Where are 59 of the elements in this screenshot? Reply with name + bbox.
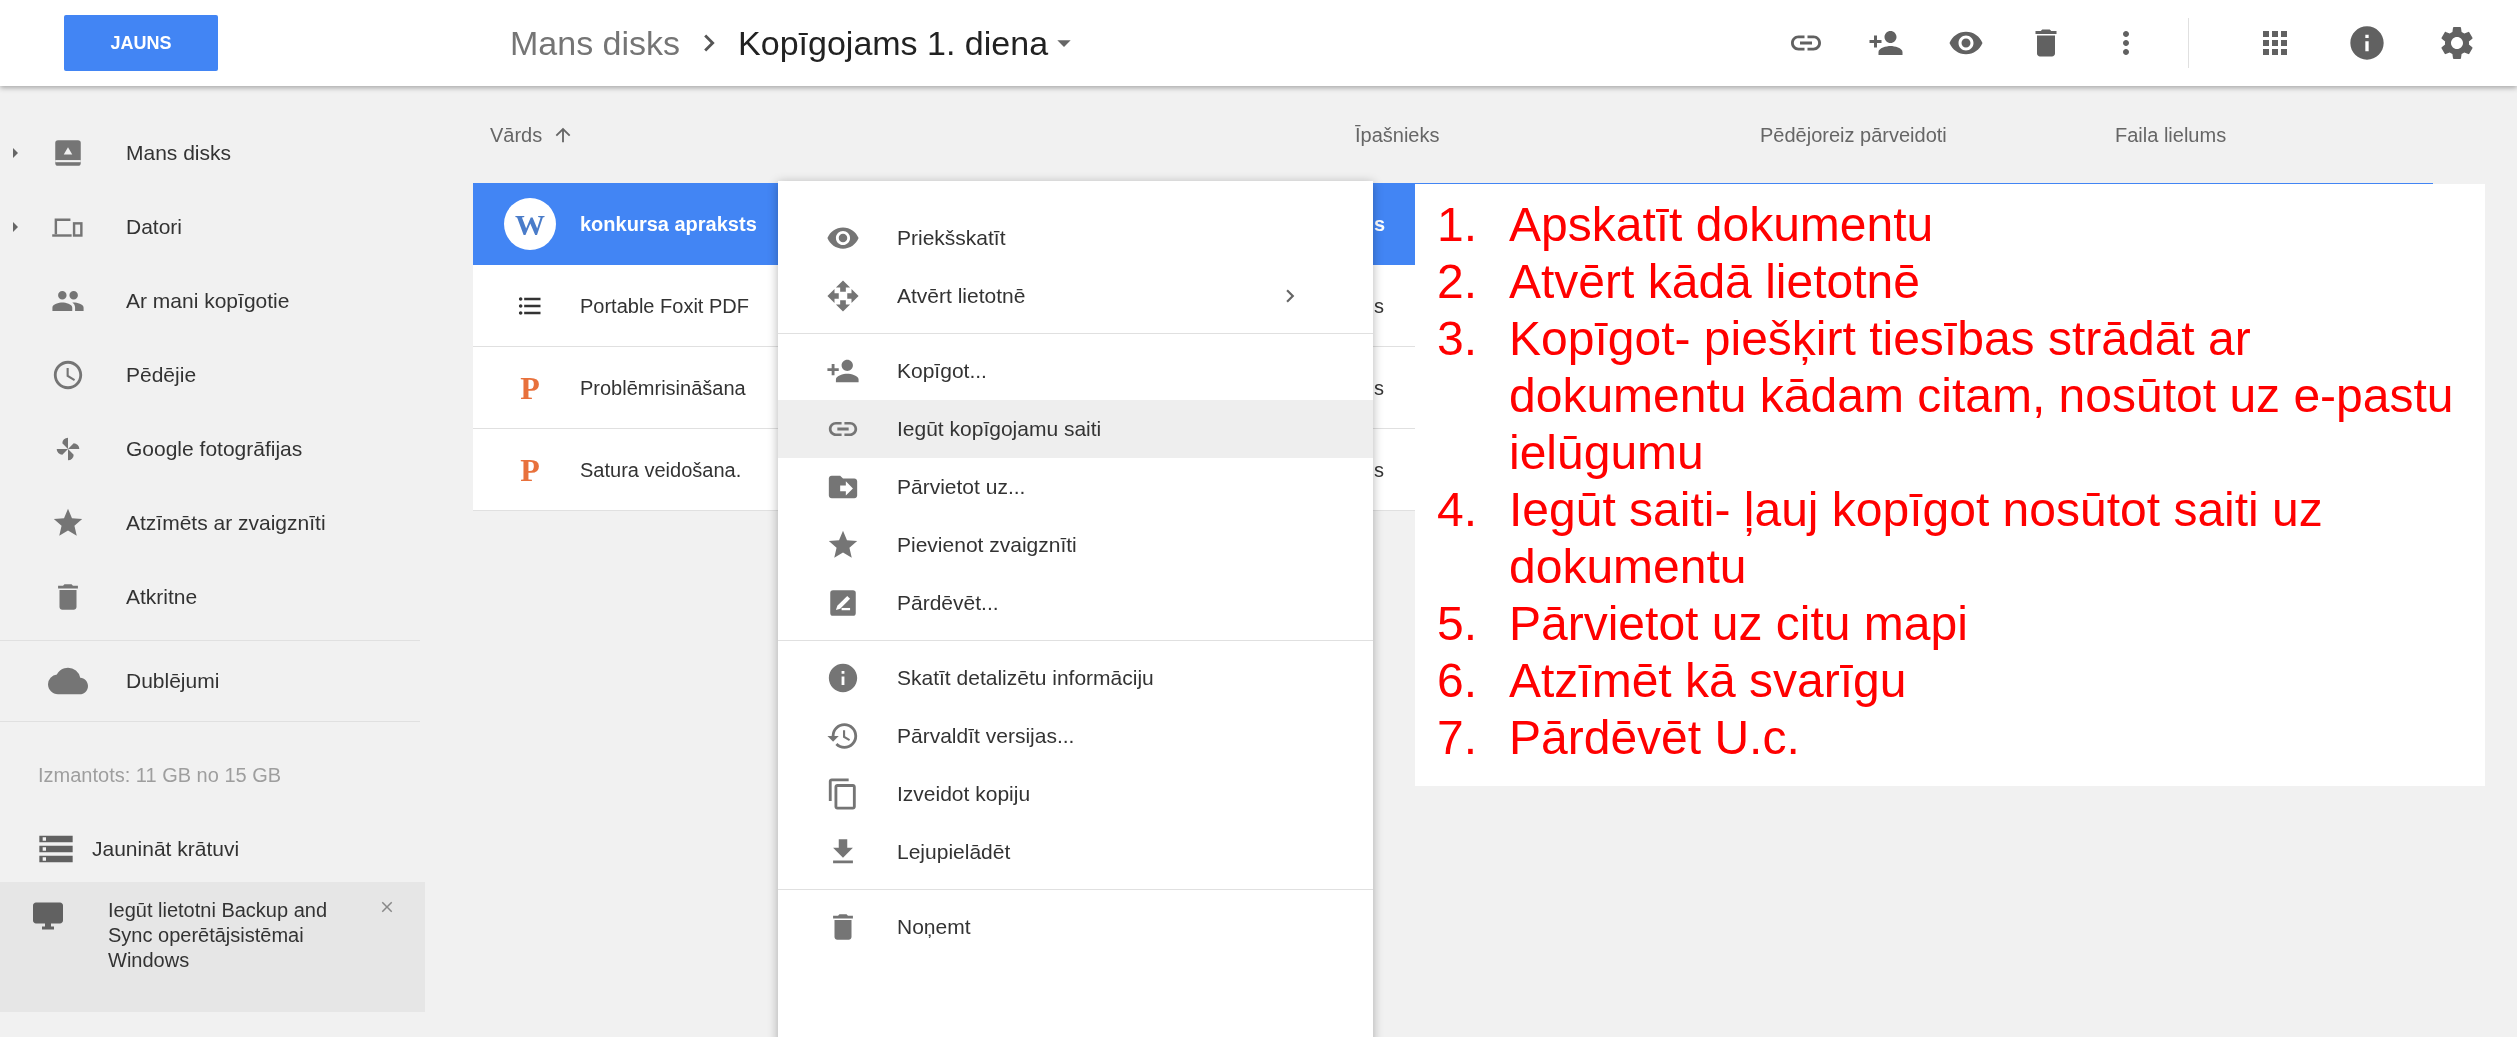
- note-text: Kopīgot- piešķirt tiesības strādāt ar dokumentu kādam citam, nosūtot uz e-pastu ielūgumu: [1509, 311, 2455, 481]
- menu-item[interactable]: Lejupielādēt: [778, 823, 1373, 881]
- menu-item[interactable]: Pārvietot uz...: [778, 458, 1373, 516]
- sidebar-item[interactable]: Dublējumi: [0, 641, 430, 721]
- menu-item[interactable]: Pārvaldīt versijas...: [778, 707, 1373, 765]
- menu-item[interactable]: Kopīgot...: [778, 342, 1373, 400]
- slides-file-icon: P: [520, 371, 540, 404]
- move-arrows-icon: [826, 279, 860, 313]
- note-text: Pārdēvēt U.c.: [1509, 710, 1801, 766]
- list-number: 2.: [1437, 254, 1479, 310]
- list-number: 6.: [1437, 653, 1479, 709]
- sidebar-item[interactable]: Atkritne: [0, 560, 430, 634]
- list-number: 1.: [1437, 197, 1479, 253]
- clock-icon: [51, 358, 85, 392]
- list-number: 4.: [1437, 482, 1479, 538]
- file-name: Portable Foxit PDF: [580, 293, 750, 319]
- promo-text: Iegūt lietotni Backup and Sync operētājsistēmai Windows: [108, 898, 329, 973]
- file-name: Satura veidošana.: [580, 457, 743, 483]
- sidebar-item[interactable]: Pēdējie: [0, 338, 430, 412]
- file-owner: s: [1374, 293, 1384, 319]
- menu-item[interactable]: Pievienot zvaigznīti: [778, 516, 1373, 574]
- info-icon[interactable]: [2347, 23, 2387, 63]
- note-text: Apskatīt dokumentu: [1509, 197, 1935, 253]
- file-name: konkursa apraksts: [580, 212, 758, 237]
- note-text: Atvērt kādā lietotnē: [1509, 254, 1921, 310]
- file-owner: s: [1374, 212, 1386, 237]
- menu-item[interactable]: Noņemt: [778, 898, 1373, 956]
- note-text: Iegūt saiti- ļauj kopīgot nosūtot saiti uz dokumentu: [1509, 482, 2324, 595]
- column-header[interactable]: Vārds: [490, 119, 543, 150]
- note-text: Pārvietot uz citu mapi: [1509, 596, 1969, 652]
- menu-item[interactable]: Pārdēvēt...: [778, 574, 1373, 632]
- column-header[interactable]: Faila lielums: [2115, 123, 2227, 146]
- list-number: 5.: [1437, 596, 1479, 652]
- info-icon: [826, 661, 860, 695]
- breadcrumb-link[interactable]: Mans disks: [510, 17, 681, 69]
- column-header[interactable]: Īpašnieks: [1355, 123, 1440, 146]
- sidebar-item[interactable]: Mans disks: [0, 116, 430, 190]
- word-file-icon: W: [504, 198, 556, 250]
- file-owner: s: [1374, 457, 1384, 483]
- column-header[interactable]: Pēdējoreiz pārveidoti: [1760, 123, 1947, 146]
- menu-item[interactable]: Skatīt detalizētu informāciju: [778, 649, 1373, 707]
- menu-item[interactable]: Atvērt lietotnē: [778, 267, 1373, 325]
- menu-item[interactable]: Izveidot kopiju: [778, 765, 1373, 823]
- sidebar-item[interactable]: Datori: [0, 190, 430, 264]
- file-name: Problēmrisināšana: [580, 375, 747, 401]
- menu-item[interactable]: Iegūt kopīgojamu saiti: [778, 400, 1373, 458]
- storage-usage: Izmantots: 11 GB no 15 GB: [38, 763, 283, 788]
- new-button[interactable]: JAUNS: [64, 15, 218, 71]
- folder-title[interactable]: Kopīgojams 1. diena: [738, 17, 1049, 69]
- list-number: 3.: [1437, 311, 1479, 367]
- file-owner: s: [1374, 375, 1384, 401]
- menu-item[interactable]: Priekšskatīt: [778, 209, 1373, 267]
- note-text: Atzīmēt kā svarīgu: [1509, 653, 1908, 709]
- sidebar-item[interactable]: Atzīmēts ar zvaigznīti: [0, 486, 430, 560]
- sidebar-item[interactable]: Google fotogrāfijas: [0, 412, 430, 486]
- sidebar-item[interactable]: Ar mani kopīgotie: [0, 264, 430, 338]
- upgrade-storage-link[interactable]: Jaunināt krātuvi: [0, 824, 430, 874]
- slides-file-icon: P: [520, 453, 540, 486]
- list-number: 7.: [1437, 710, 1479, 766]
